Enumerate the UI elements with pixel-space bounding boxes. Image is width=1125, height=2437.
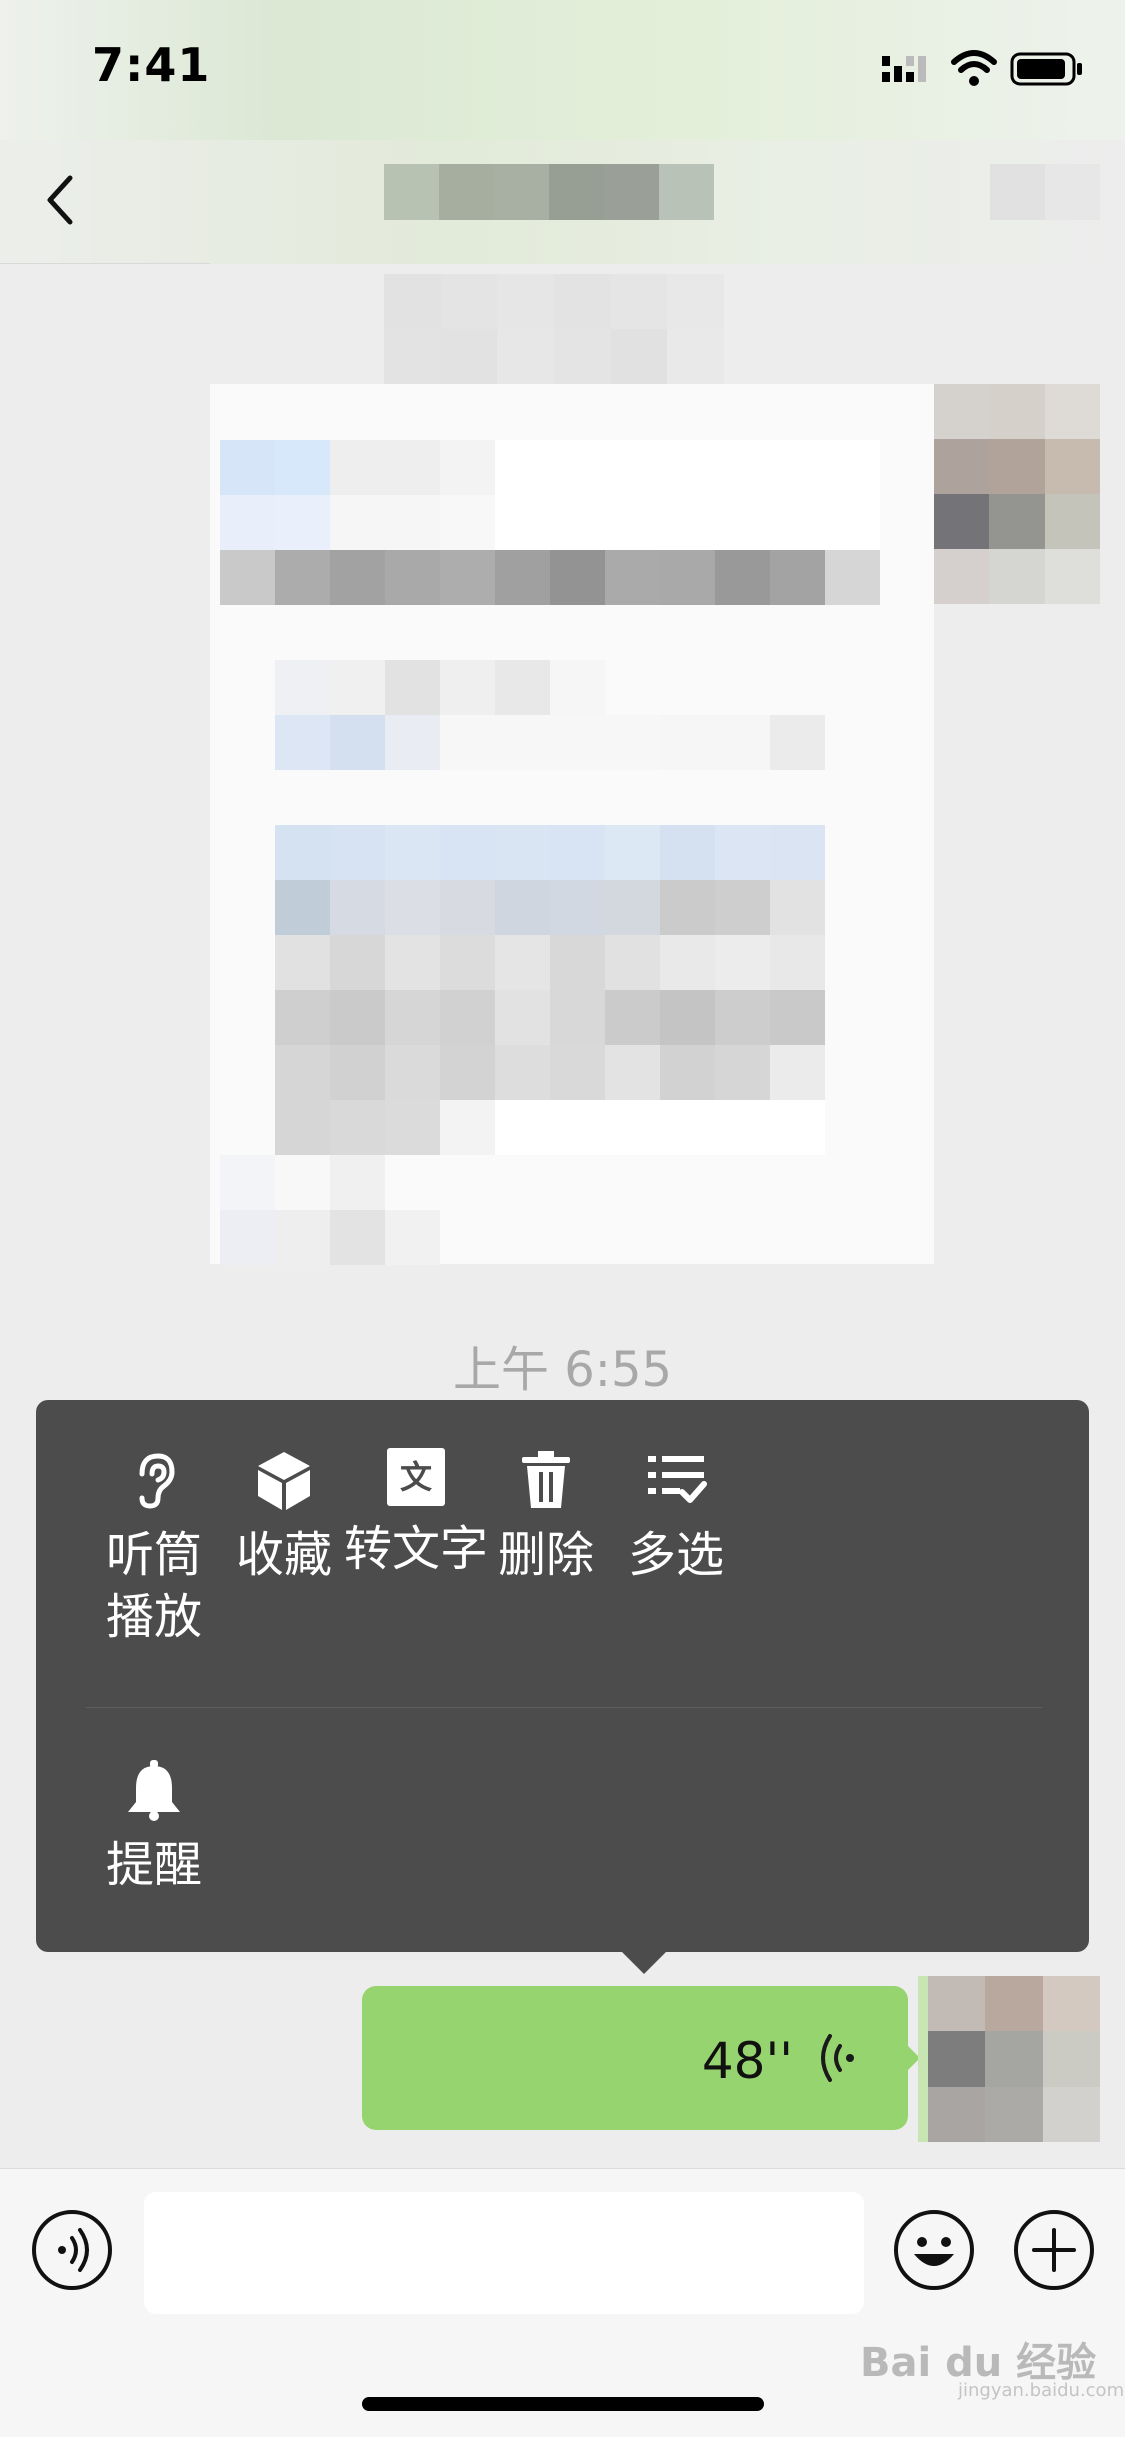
status-time: 7:41 <box>92 38 211 92</box>
back-button[interactable] <box>30 160 100 240</box>
home-indicator <box>362 2397 764 2411</box>
multi-select-icon <box>648 1456 707 1503</box>
message-context-menu: 听筒 播放 收藏 文 转文字 删除 多选 提醒 <box>36 1400 1089 1952</box>
avatar[interactable] <box>918 1976 1100 2142</box>
header-more-blurred[interactable] <box>990 164 1100 220</box>
menu-item-label: 多选 <box>627 1527 724 1583</box>
card-bar-blurred <box>220 550 880 605</box>
ear-icon <box>139 1453 175 1509</box>
menu-pointer-arrow <box>620 1950 668 1974</box>
voice-duration: 48'' <box>701 2032 793 2090</box>
emoji-button[interactable] <box>892 2208 976 2292</box>
card-title-blurred <box>220 440 880 550</box>
voice-wave-icon <box>821 2034 854 2082</box>
menu-item-remind[interactable]: 提醒 <box>64 1758 244 1896</box>
voice-input-button[interactable] <box>30 2208 114 2292</box>
watermark-url: jingyan.baidu.com <box>958 2380 1125 2401</box>
contact-name-blurred <box>384 164 714 220</box>
menu-item-multi-select[interactable]: 多选 <box>586 1448 766 1586</box>
cube-icon <box>258 1452 310 1510</box>
blurred-text <box>384 274 724 384</box>
menu-divider <box>86 1707 1042 1708</box>
text-convert-glyph: 文 <box>399 1458 432 1496</box>
cellular-signal-icon <box>882 56 926 82</box>
voice-message-bubble[interactable]: 48'' <box>362 1986 908 2130</box>
header-divider <box>0 263 210 264</box>
avatar[interactable] <box>934 384 1100 604</box>
bell-icon <box>128 1760 180 1821</box>
battery-icon <box>1010 52 1082 86</box>
card-footer-blurred <box>220 1155 440 1265</box>
trash-icon <box>522 1451 570 1508</box>
text-convert-icon: 文 <box>387 1448 445 1506</box>
menu-item-label: 提醒 <box>105 1837 202 1893</box>
card-body-blurred <box>275 660 825 1155</box>
wifi-icon <box>951 50 997 86</box>
message-timestamp: 上午 6:55 <box>452 1342 673 1398</box>
more-plus-button[interactable] <box>1012 2208 1096 2292</box>
message-input[interactable] <box>144 2192 864 2314</box>
